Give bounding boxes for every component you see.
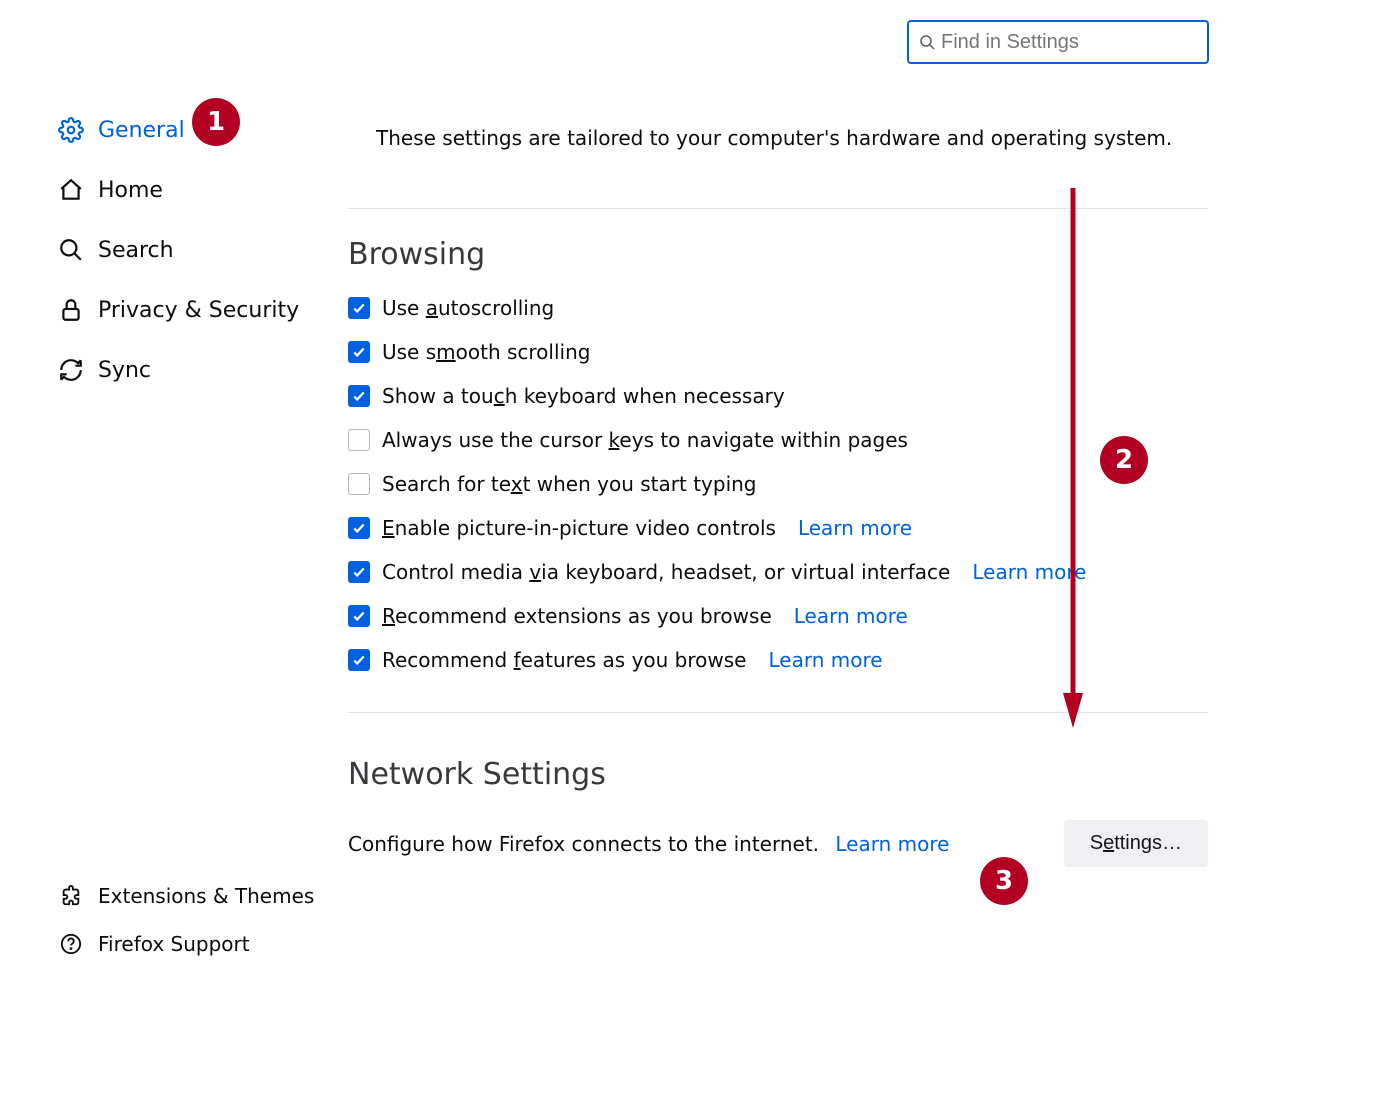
checkbox[interactable] — [348, 341, 370, 363]
learn-more-link[interactable]: Learn more — [794, 604, 908, 628]
option-label[interactable]: Recommend features as you browse — [382, 648, 746, 672]
annotation-badge-1: 1 — [192, 98, 240, 146]
checkbox[interactable] — [348, 473, 370, 495]
sidebar-item-label: Home — [98, 178, 163, 203]
intro-text: These settings are tailored to your comp… — [376, 126, 1208, 150]
sidebar-item-label: Firefox Support — [98, 932, 250, 956]
lock-icon — [58, 297, 84, 323]
annotation-arrow — [1063, 188, 1083, 728]
search-box[interactable] — [907, 20, 1209, 64]
sidebar-item-label: Privacy & Security — [98, 298, 299, 323]
checkbox[interactable] — [348, 297, 370, 319]
network-settings-button[interactable]: Settings… — [1064, 820, 1208, 867]
learn-more-link[interactable]: Learn more — [835, 832, 949, 856]
checkbox[interactable] — [348, 429, 370, 451]
sidebar-bottom: Extensions & Themes Firefox Support — [58, 872, 338, 968]
search-icon — [919, 34, 935, 50]
option-label[interactable]: Show a touch keyboard when necessary — [382, 384, 785, 408]
sidebar-item-home[interactable]: Home — [58, 160, 318, 220]
help-icon — [58, 931, 84, 957]
option-label[interactable]: Recommend extensions as you browse — [382, 604, 772, 628]
checkbox[interactable] — [348, 517, 370, 539]
option-label[interactable]: Use autoscrolling — [382, 296, 554, 320]
checkbox[interactable] — [348, 561, 370, 583]
sidebar-item-sync[interactable]: Sync — [58, 340, 318, 400]
checkbox[interactable] — [348, 605, 370, 627]
search-icon — [58, 237, 84, 263]
sidebar-item-privacy[interactable]: Privacy & Security — [58, 280, 318, 340]
option-label[interactable]: Search for text when you start typing — [382, 472, 757, 496]
option-label[interactable]: Control media via keyboard, headset, or … — [382, 560, 950, 584]
sidebar-item-label: Search — [98, 238, 174, 263]
sidebar-item-extensions[interactable]: Extensions & Themes — [58, 872, 338, 920]
sidebar-item-support[interactable]: Firefox Support — [58, 920, 338, 968]
puzzle-icon — [58, 883, 84, 909]
sidebar-item-label: Extensions & Themes — [98, 884, 314, 908]
checkbox[interactable] — [348, 649, 370, 671]
checkbox[interactable] — [348, 385, 370, 407]
learn-more-link[interactable]: Learn more — [798, 516, 912, 540]
search-input[interactable] — [941, 31, 1197, 54]
option-label[interactable]: Use smooth scrolling — [382, 340, 590, 364]
section-title-network: Network Settings — [348, 757, 1208, 792]
network-description: Configure how Firefox connects to the in… — [348, 832, 949, 856]
annotation-badge-2: 2 — [1100, 436, 1148, 484]
sidebar-item-label: General — [98, 118, 185, 143]
sidebar-item-general[interactable]: General — [58, 100, 318, 160]
sidebar: General Home Search Privacy & Security — [58, 100, 318, 400]
home-icon — [58, 177, 84, 203]
sidebar-item-label: Sync — [98, 358, 151, 383]
option-label[interactable]: Always use the cursor keys to navigate w… — [382, 428, 908, 452]
gear-icon — [58, 117, 84, 143]
annotation-badge-3: 3 — [980, 857, 1028, 905]
sidebar-item-search[interactable]: Search — [58, 220, 318, 280]
sync-icon — [58, 357, 84, 383]
option-label[interactable]: Enable picture-in-picture video controls — [382, 516, 776, 540]
learn-more-link[interactable]: Learn more — [768, 648, 882, 672]
